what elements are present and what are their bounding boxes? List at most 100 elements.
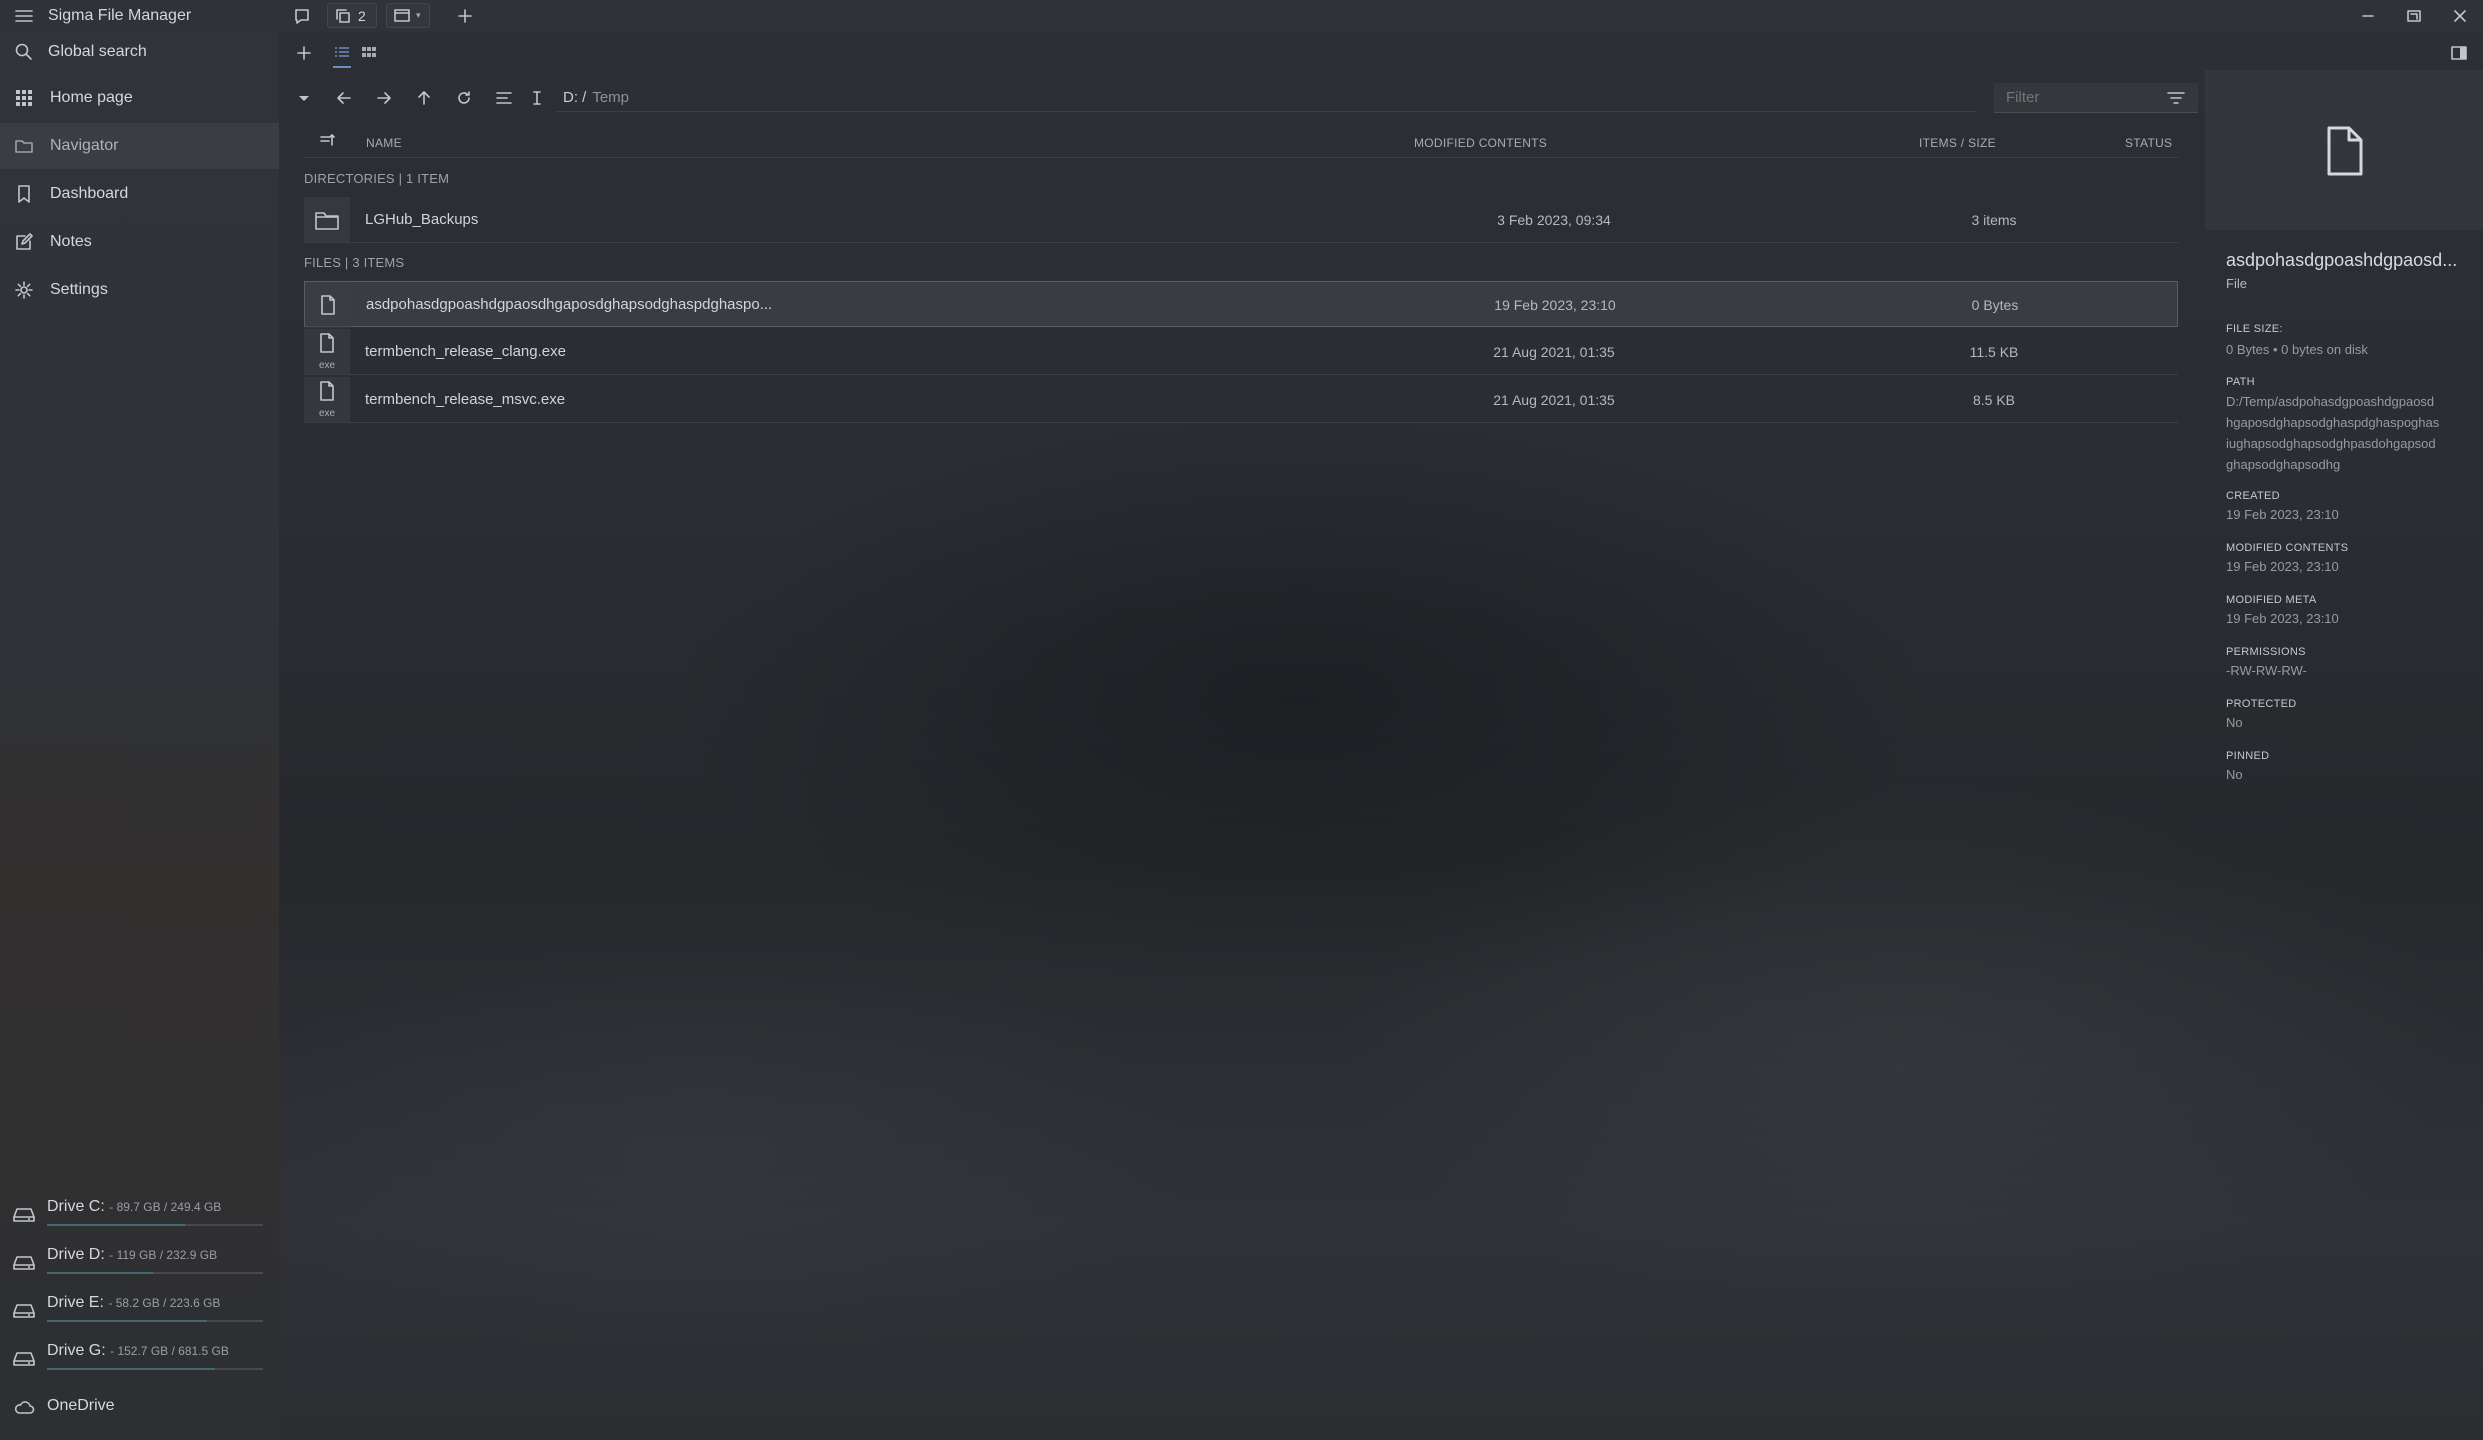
row-size: 3 items	[1971, 212, 2017, 228]
directories-section-label: DIRECTORIES | 1 ITEM	[304, 171, 450, 186]
table-row[interactable]: LGHub_Backups 3 Feb 2023, 09:34 3 items	[304, 197, 2178, 243]
modified-value: 19 Feb 2023, 23:10	[2226, 559, 2339, 574]
drive-e[interactable]: Drive E: - 58.2 GB / 223.6 GB	[0, 1290, 279, 1336]
protected-label: PROTECTED	[2226, 698, 2297, 710]
app-title: Sigma File Manager	[48, 7, 192, 24]
text-cursor-icon[interactable]	[522, 83, 552, 113]
back-icon[interactable]	[329, 83, 359, 113]
add-tab-icon[interactable]	[455, 6, 475, 26]
chevron-down-icon: ▾	[416, 10, 421, 20]
add-icon[interactable]	[289, 38, 319, 68]
copy-icon	[336, 8, 350, 23]
drive-g[interactable]: Drive G: - 152.7 GB / 681.5 GB	[0, 1338, 279, 1384]
refresh-icon[interactable]	[449, 83, 479, 113]
permissions-value: -RW-RW-RW-	[2226, 663, 2307, 678]
hard-drive-icon	[13, 1352, 35, 1366]
drive-size: - 152.7 GB / 681.5 GB	[110, 1344, 229, 1358]
list-view-icon[interactable]	[327, 38, 357, 68]
sidebar-item-label: Home page	[50, 89, 133, 106]
preview-area	[2205, 70, 2483, 230]
row-size: 0 Bytes	[1971, 297, 2019, 313]
grid-icon	[16, 90, 32, 106]
hard-drive-icon	[13, 1256, 35, 1270]
file-icon	[320, 333, 334, 353]
table-row[interactable]: exe termbench_release_clang.exe 21 Aug 2…	[304, 329, 2178, 375]
breadcrumb-folder[interactable]: Temp	[592, 89, 629, 106]
sidebar-item-label: Settings	[50, 281, 108, 298]
global-search-button[interactable]: Global search	[0, 32, 279, 72]
file-icon	[320, 381, 334, 401]
sort-icon[interactable]	[489, 83, 519, 113]
grid-view-icon[interactable]	[354, 38, 384, 68]
filter-icon[interactable]	[2166, 89, 2186, 107]
menu-icon[interactable]	[13, 6, 35, 26]
sidebar-item-notes[interactable]: Notes	[0, 219, 279, 265]
modified-meta-value: 19 Feb 2023, 23:10	[2226, 611, 2339, 626]
drive-usage-bar	[47, 1272, 263, 1274]
header-items-size[interactable]: ITEMS / SIZE	[1919, 136, 1996, 150]
protected-value: No	[2226, 715, 2243, 730]
drive-size: - 119 GB / 232.9 GB	[109, 1248, 218, 1262]
drive-d[interactable]: Drive D: - 119 GB / 232.9 GB	[0, 1242, 279, 1288]
table-row[interactable]: exe termbench_release_msvc.exe 21 Aug 20…	[304, 377, 2178, 423]
path-line: iughapsodghapsodghpasdohgapsod	[2226, 436, 2436, 451]
address-bar[interactable]: D: / Temp	[555, 84, 1977, 112]
tab-button[interactable]: ▾	[386, 3, 430, 28]
modified-meta-label: MODIFIED META	[2226, 594, 2317, 606]
row-modified: 21 Aug 2021, 01:35	[1493, 344, 1615, 360]
row-name: termbench_release_clang.exe	[365, 343, 566, 360]
file-size-label: FILE SIZE:	[2226, 323, 2283, 335]
breadcrumb-drive[interactable]: D: /	[563, 89, 586, 106]
close-icon[interactable]	[2450, 6, 2470, 26]
drive-size: - 89.7 GB / 249.4 GB	[109, 1200, 222, 1214]
sidebar-item-dashboard[interactable]: Dashboard	[0, 171, 279, 217]
file-icon	[305, 282, 351, 328]
drive-name: Drive C:	[47, 1198, 105, 1215]
sidebar-item-label: Notes	[50, 233, 92, 250]
forward-icon[interactable]	[369, 83, 399, 113]
drive-name: Drive G:	[47, 1342, 106, 1359]
row-modified: 21 Aug 2021, 01:35	[1493, 392, 1615, 408]
filter-field[interactable]	[1994, 83, 2198, 113]
drive-usage-bar	[47, 1224, 263, 1226]
header-modified[interactable]: MODIFIED CONTENTS	[1414, 136, 1547, 150]
sidebar-item-label: Dashboard	[50, 185, 129, 202]
info-panel-toggle-icon[interactable]	[2444, 38, 2474, 68]
cloud-icon	[14, 1401, 35, 1414]
sidebar: Global search Home page Navigator Dashbo…	[0, 32, 279, 1440]
gear-icon	[15, 281, 33, 299]
row-size: 8.5 KB	[1972, 392, 2016, 408]
row-modified: 19 Feb 2023, 23:10	[1494, 297, 1616, 313]
drive-usage-fill	[47, 1272, 153, 1274]
sidebar-item-settings[interactable]: Settings	[0, 267, 279, 313]
search-icon	[15, 43, 32, 60]
row-name: termbench_release_msvc.exe	[365, 391, 566, 408]
created-value: 19 Feb 2023, 23:10	[2226, 507, 2339, 522]
drive-name: OneDrive	[47, 1397, 115, 1414]
maximize-icon[interactable]	[2404, 6, 2424, 26]
sidebar-item-home[interactable]: Home page	[0, 75, 279, 121]
minimize-icon[interactable]	[2358, 6, 2378, 26]
table-row[interactable]: asdpohasdgpoashdgpaosdhgaposdghapsodghas…	[304, 281, 2178, 328]
row-name: LGHub_Backups	[365, 211, 479, 228]
hard-drive-icon	[13, 1304, 35, 1318]
up-icon[interactable]	[409, 83, 439, 113]
sidebar-item-navigator[interactable]: Navigator	[0, 123, 279, 169]
filter-input[interactable]	[2006, 89, 2156, 106]
bookmark-icon	[18, 185, 30, 203]
title-bar: Sigma File Manager 2 ▾	[0, 0, 2483, 32]
edit-icon	[16, 233, 33, 250]
drive-c[interactable]: Drive C: - 89.7 GB / 249.4 GB	[0, 1194, 279, 1240]
folder-icon	[304, 197, 350, 243]
modified-label: MODIFIED CONTENTS	[2226, 542, 2349, 554]
drive-usage-bar	[47, 1320, 263, 1322]
header-name[interactable]: NAME	[366, 136, 402, 150]
select-column-icon[interactable]	[318, 130, 338, 150]
onedrive[interactable]: OneDrive	[0, 1388, 279, 1434]
row-name: asdpohasdgpoashdgpaosdhgaposdghapsodghas…	[366, 296, 773, 313]
history-dropdown-icon[interactable]	[289, 83, 319, 113]
workspaces-button[interactable]: 2	[327, 3, 377, 28]
pinned-label: PINNED	[2226, 750, 2270, 762]
header-status[interactable]: STATUS	[2125, 136, 2172, 150]
notes-tab-icon[interactable]	[292, 6, 312, 26]
